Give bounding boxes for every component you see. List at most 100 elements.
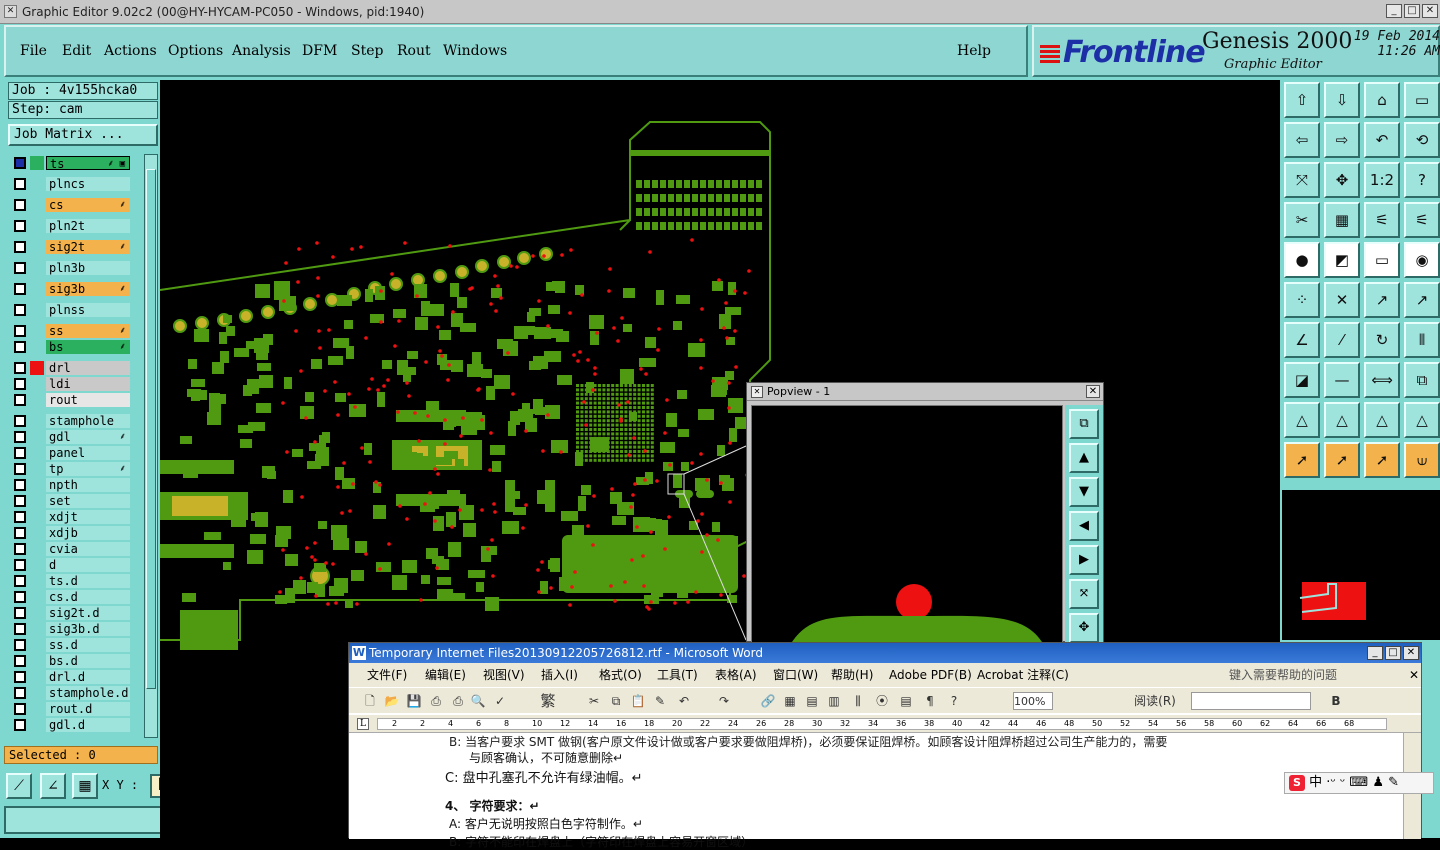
mirror-icon[interactable]: ⫴ — [1404, 322, 1440, 358]
group-icon[interactable]: ⧉ — [1404, 362, 1440, 398]
measure-tools-icon[interactable]: ✂ — [1284, 202, 1320, 238]
layer-name[interactable]: rout — [46, 393, 130, 407]
pan-up-icon[interactable]: ⇧ — [1284, 82, 1320, 118]
close-button[interactable]: ✕ — [1422, 4, 1438, 18]
word-toolbar-icon[interactable]: ▤ — [897, 692, 915, 710]
traditional-chinese-button[interactable]: 繁 — [537, 692, 559, 710]
word-toolbar-icon[interactable]: ✓ — [491, 692, 509, 710]
popview-close-button[interactable]: ✕ — [1086, 385, 1100, 398]
layer-row[interactable]: plncs — [8, 177, 132, 191]
word-toolbar-icon[interactable]: ¶ — [921, 692, 939, 710]
snap-red-icon[interactable]: ⚟ — [1364, 202, 1400, 238]
circle-tool-icon[interactable]: ◉ — [1404, 242, 1440, 278]
word-menu-table[interactable]: 表格(A) — [715, 663, 757, 687]
layer-name[interactable]: sig2t ⸙ — [46, 240, 130, 254]
select-node-icon[interactable]: ⁘ — [1284, 282, 1320, 318]
menu-actions[interactable]: Actions — [104, 43, 157, 59]
popview-zoom-icon[interactable]: ⧉ — [1069, 409, 1099, 439]
layer-row[interactable]: panel — [8, 446, 132, 460]
layer-checkbox[interactable] — [14, 495, 26, 507]
layer-name[interactable]: rout.d — [46, 702, 130, 716]
word-help-input[interactable]: 键入需要帮助的问题 — [1229, 666, 1399, 684]
layer-checkbox[interactable] — [14, 607, 26, 619]
layer-row[interactable]: npth — [8, 478, 132, 492]
pan-left-icon[interactable]: ⇦ — [1284, 122, 1320, 158]
layer-name[interactable]: ldi — [46, 377, 130, 391]
undo-view-icon[interactable]: ↶ — [1364, 122, 1400, 158]
layer-name[interactable]: plncs — [46, 177, 130, 191]
layer-list-scrollbar[interactable] — [144, 154, 158, 738]
scale-icon[interactable]: 1:2 — [1364, 162, 1400, 198]
layer-name[interactable]: set — [46, 494, 130, 508]
menu-file[interactable]: File — [20, 43, 47, 59]
pointer-circle-icon[interactable]: ➚ — [1364, 442, 1400, 478]
rotate-icon[interactable]: ↻ — [1364, 322, 1400, 358]
menu-options[interactable]: Options — [168, 43, 223, 59]
word-close-button[interactable]: ✕ — [1403, 646, 1419, 660]
popview-pan-right-icon[interactable]: ▶ — [1069, 545, 1099, 575]
pan-down-icon[interactable]: ⇩ — [1324, 82, 1360, 118]
ruler-tool-icon[interactable]: ▭ — [1364, 242, 1400, 278]
layer-name[interactable]: pln2t — [46, 219, 130, 233]
layer-row[interactable]: tp ⸙ — [8, 462, 132, 476]
layer-row[interactable]: rout — [8, 393, 132, 407]
layer-checkbox[interactable] — [14, 304, 26, 316]
surface-tool-icon[interactable]: ◩ — [1324, 242, 1360, 278]
layer-name[interactable]: sig2t.d — [46, 606, 130, 620]
word-menu-format[interactable]: 格式(O) — [599, 663, 642, 687]
layer-checkbox[interactable] — [14, 671, 26, 683]
layer-checkbox[interactable] — [14, 241, 26, 253]
layer-name[interactable]: gdl ⸙ — [46, 430, 130, 444]
word-maximize-button[interactable]: □ — [1385, 646, 1401, 660]
overview-minimap[interactable] — [1282, 490, 1440, 640]
menu-rout[interactable]: Rout — [397, 43, 431, 59]
layer-row[interactable]: pln3b — [8, 261, 132, 275]
word-toolbar-icon[interactable]: 📋 — [629, 692, 647, 710]
layer-name[interactable]: drl — [46, 361, 130, 375]
layer-row[interactable]: xdjt — [8, 510, 132, 524]
resize-icon[interactable]: ⟺ — [1364, 362, 1400, 398]
layer-name[interactable]: panel — [46, 446, 130, 460]
word-toolbar-icon[interactable]: ⎙ — [427, 692, 445, 710]
word-menu-view[interactable]: 视图(V) — [483, 663, 525, 687]
layer-checkbox[interactable] — [14, 325, 26, 337]
measure-icon[interactable]: ∠ — [40, 773, 66, 799]
bold-button[interactable]: B — [1327, 692, 1345, 710]
triangle-tool-icon[interactable]: △ — [1284, 402, 1320, 438]
layer-name[interactable]: stamphole.d — [46, 686, 130, 700]
layer-row[interactable]: stamphole.d — [8, 686, 132, 700]
layer-name[interactable]: xdjb — [46, 526, 130, 540]
word-toolbar-icon[interactable]: ⎙ — [449, 692, 467, 710]
layer-checkbox[interactable] — [14, 655, 26, 667]
word-toolbar-icon[interactable]: 🔗 — [759, 692, 777, 710]
layer-checkbox[interactable] — [14, 157, 26, 169]
sogou-icon[interactable]: S — [1289, 774, 1305, 791]
word-menu-tools[interactable]: 工具(T) — [657, 663, 698, 687]
minimize-button[interactable]: _ — [1386, 4, 1402, 18]
layer-checkbox[interactable] — [14, 178, 26, 190]
layer-checkbox[interactable] — [14, 283, 26, 295]
word-toolbar-icon[interactable]: 🔍 — [469, 692, 487, 710]
layer-row[interactable]: bs.d — [8, 654, 132, 668]
layer-row[interactable]: rout.d — [8, 702, 132, 716]
layer-name[interactable]: cs.d — [46, 590, 130, 604]
layer-row[interactable]: cvia — [8, 542, 132, 556]
layer-row[interactable]: pln2t — [8, 219, 132, 233]
layer-checkbox[interactable] — [14, 220, 26, 232]
menu-dfm[interactable]: DFM — [302, 43, 337, 59]
zoom-fit-icon[interactable]: ⤧ — [1284, 162, 1320, 198]
layer-name[interactable]: cvia — [46, 542, 130, 556]
layer-row[interactable]: bs ⸙ — [8, 340, 132, 354]
scroll-thumb[interactable] — [146, 169, 156, 689]
layer-row[interactable]: sig3b ⸙ — [8, 282, 132, 296]
layer-checkbox[interactable] — [14, 431, 26, 443]
copy-icon[interactable]: ↗ — [1404, 282, 1440, 318]
layer-checkbox[interactable] — [14, 719, 26, 731]
layer-checkbox[interactable] — [14, 511, 26, 523]
word-menu-insert[interactable]: 插入(I) — [541, 663, 578, 687]
layer-name[interactable]: pln3b — [46, 261, 130, 275]
pad-add-icon[interactable]: ◪ — [1284, 362, 1320, 398]
move-icon[interactable]: ↗ — [1364, 282, 1400, 318]
layer-name[interactable]: ts.d — [46, 574, 130, 588]
word-toolbar-icon[interactable]: ⧉ — [607, 692, 625, 710]
